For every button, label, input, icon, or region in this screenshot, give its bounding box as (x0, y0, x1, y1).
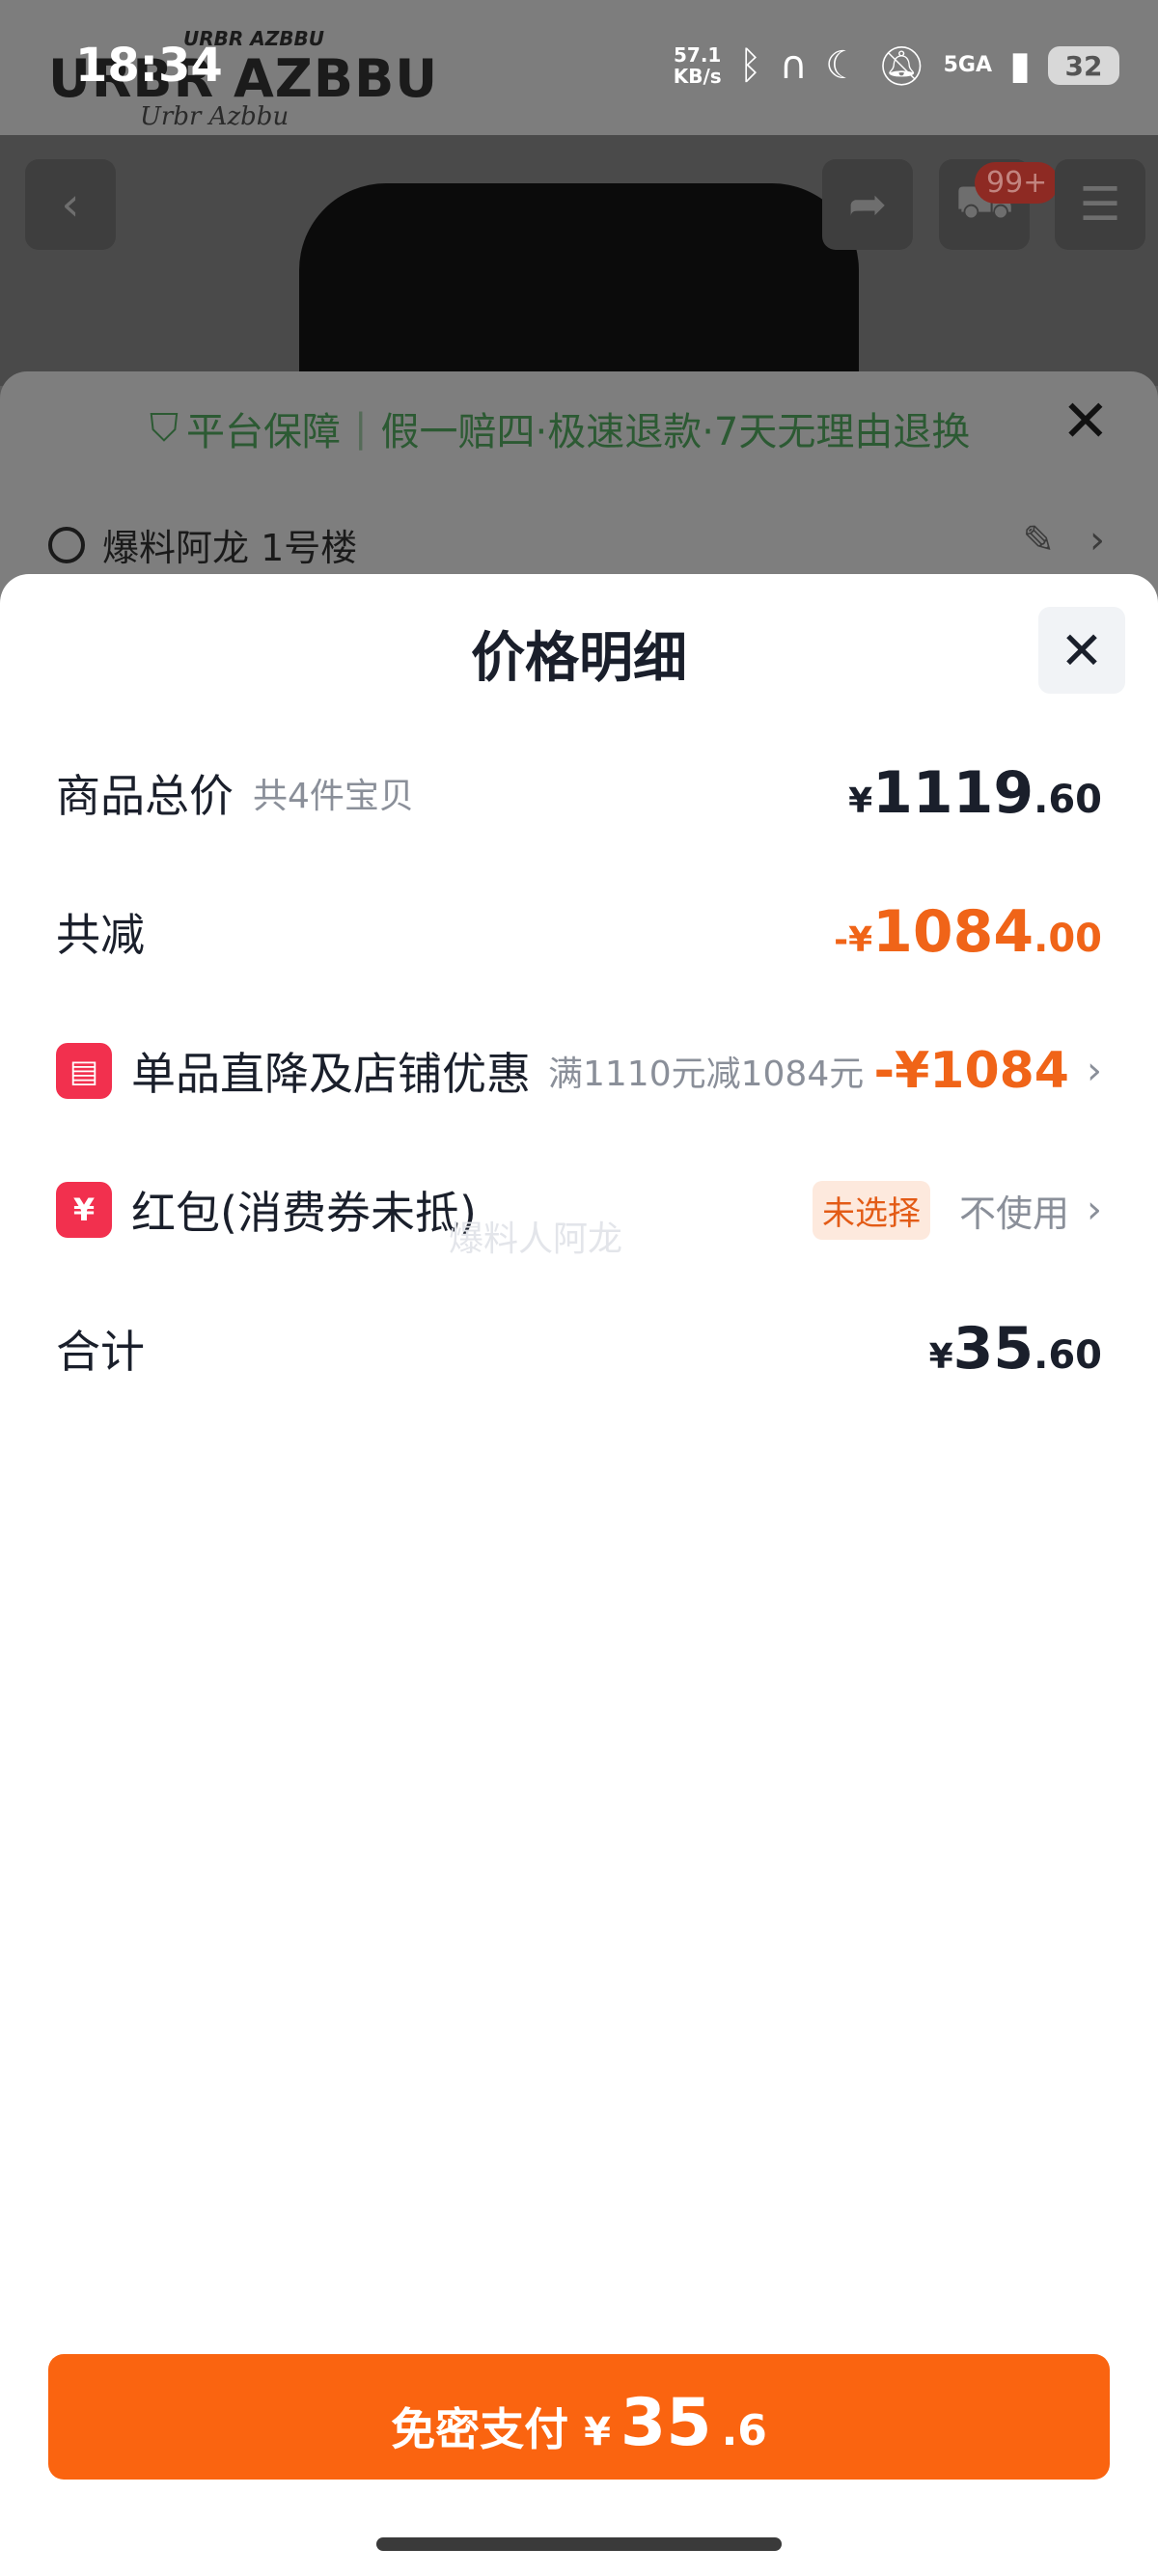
net-speed-unit: KB/s (673, 65, 722, 88)
currency: ¥ (848, 781, 873, 821)
guarantee-items: 假一赔四·极速退款·7天无理由退换 (380, 410, 971, 454)
guarantee-separator: | (354, 406, 368, 451)
edit-icon[interactable]: ✎ (1022, 518, 1055, 562)
price-dec: .60 (1034, 778, 1102, 822)
currency: ¥ (928, 1337, 953, 1377)
signal-icon: ▮ (1008, 43, 1031, 88)
message-button[interactable]: ☰ (1055, 159, 1145, 250)
address-text: 爆料阿龙 1号楼 (102, 527, 358, 569)
background-product-image: ‹ ➦ ⛟ 99+ ☰ (0, 135, 1158, 415)
row-store-discount[interactable]: ▤ 单品直降及店铺优惠 满1110元减1084元 -¥1084 › (56, 1032, 1102, 1110)
reduction-value: -¥ 1084 .00 (834, 898, 1102, 966)
pay-button[interactable]: 免密支付 ¥ 35 .6 (48, 2354, 1110, 2480)
store-icon: ▤ (56, 1043, 112, 1099)
close-icon: ✕ (1060, 619, 1104, 681)
pay-amount-int: 35 (620, 2385, 712, 2461)
red-packet-icon: ¥ (56, 1182, 112, 1238)
address-actions: ✎ › (1022, 518, 1105, 562)
chevron-left-icon: ‹ (61, 178, 80, 232)
discount-rule: 满1110元减1084元 (548, 1055, 865, 1094)
net-speed: 57.1 KB/s (674, 44, 722, 87)
red-packet-label: 红包(消费券未抵) (131, 1187, 477, 1239)
status-time: 18:34 (75, 39, 223, 93)
price-detail-sheet: 价格明细 ✕ 商品总价 共4件宝贝 ¥ 1119 .60 共减 -¥ 1084 … (0, 574, 1158, 2576)
watermark-text: 爆料人阿龙 (449, 1219, 623, 1259)
moon-icon: ☾ (824, 43, 860, 88)
red-packet-right: 未选择 不使用 › (812, 1180, 1102, 1240)
total-price-label: 商品总价 (56, 770, 234, 822)
chevron-right-icon[interactable]: › (1089, 518, 1105, 562)
not-use-text: 不使用 (958, 1192, 1069, 1235)
page: ‹ ➦ ⛟ 99+ ☰ URBR AZBBU URBR AZBBU Urbr A… (0, 0, 1158, 2576)
reduction-label: 共减 (56, 909, 145, 961)
earbuds-icon: ∩ (779, 43, 808, 88)
sum-label: 合计 (56, 1326, 145, 1378)
share-icon: ➦ (847, 178, 888, 232)
location-pin-icon (48, 526, 85, 563)
row-sum: 合计 ¥ 35 .60 (56, 1310, 1102, 1387)
row-total-price: 商品总价 共4件宝贝 ¥ 1119 .60 (56, 754, 1102, 832)
price-int: 1084 (872, 898, 1034, 966)
address-row[interactable]: 爆料阿龙 1号楼 (48, 518, 357, 571)
pay-amount-dec: .6 (721, 2406, 767, 2455)
sum-value: ¥ 35 .60 (929, 1315, 1102, 1383)
battery-icon: 32 (1048, 46, 1119, 85)
message-icon: ☰ (1079, 178, 1121, 232)
price-int: 1119 (872, 759, 1034, 827)
item-count: 共4件宝贝 (253, 777, 414, 816)
back-button[interactable]: ‹ (25, 159, 116, 250)
price-dec: .00 (1034, 917, 1102, 961)
minus-currency: -¥ (834, 920, 873, 960)
guarantee-banner: ⛉ 平台保障 | 假一赔四·极速退款·7天无理由退换 (150, 400, 970, 456)
row-total-reduction: 共减 -¥ 1084 .00 (56, 893, 1102, 971)
mute-icon: 🔕︎ (876, 43, 926, 89)
net-speed-value: 57.1 (674, 43, 722, 67)
price-int: 35 (952, 1315, 1034, 1383)
pay-label: 免密支付 (391, 2403, 569, 2455)
price-dec: .60 (1034, 1333, 1102, 1378)
pay-currency: ¥ (584, 2410, 611, 2454)
status-icons: 57.1 KB/s ᛒ ∩ ☾ 🔕︎ 5GA ▮ 32 (674, 37, 1119, 95)
sheet-title: 价格明细 (471, 627, 687, 690)
bluetooth-icon: ᛒ (738, 43, 762, 88)
shield-icon: ⛉ (150, 406, 179, 451)
chevron-right-icon: › (1087, 1188, 1102, 1232)
chevron-right-icon: › (1087, 1049, 1102, 1093)
network-type: 5GA (943, 53, 992, 77)
not-selected-badge: 未选择 (812, 1180, 930, 1240)
home-indicator[interactable] (376, 2537, 782, 2551)
cart-badge: 99+ (975, 162, 1060, 204)
guarantee-title: 平台保障 (186, 410, 341, 454)
status-bar: URBR AZBBU URBR AZBBU Urbr Azbbu 18:34 5… (0, 0, 1158, 135)
total-price-value: ¥ 1119 .60 (848, 759, 1102, 827)
share-button[interactable]: ➦ (822, 159, 913, 250)
logo-script-text: Urbr Azbbu (140, 102, 290, 131)
discount-label: 单品直降及店铺优惠 (131, 1048, 531, 1100)
close-button[interactable]: ✕ (1038, 607, 1125, 694)
discount-value: -¥1084 (873, 1042, 1070, 1100)
guarantee-close-button[interactable]: ✕ (1062, 393, 1110, 451)
